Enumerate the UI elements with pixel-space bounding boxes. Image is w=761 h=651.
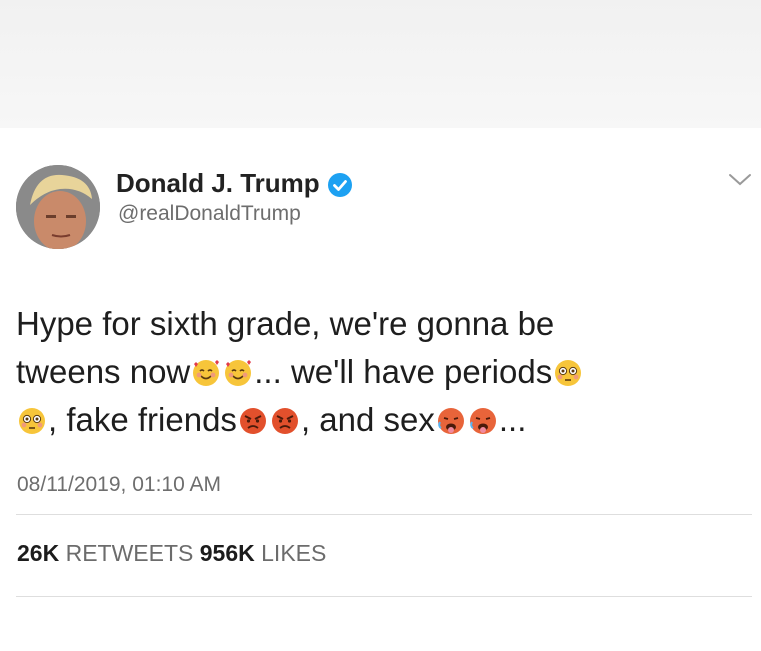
chevron-down-icon[interactable] <box>727 170 753 190</box>
smiling-face-with-hearts-icon <box>225 360 252 386</box>
timestamp[interactable]: 08/11/2019, 01:10 AM <box>17 473 221 497</box>
tweet-line-3: , fake friends , and sex ... <box>16 396 736 444</box>
handle[interactable]: @realDonaldTrump <box>118 202 301 226</box>
tweet-text-segment: tweens now <box>16 353 191 390</box>
avatar[interactable] <box>16 165 100 249</box>
tweet-text-segment: ... we'll have periods <box>254 353 553 390</box>
likes-count: 956K <box>199 540 255 566</box>
retweets-stat[interactable]: 26K RETWEETS <box>17 540 193 566</box>
flushed-face-icon <box>555 360 582 386</box>
hot-face-icon <box>437 408 464 434</box>
tweet-line-2: tweens now ... we'll have periods <box>16 348 736 396</box>
retweets-label: RETWEETS <box>65 540 194 566</box>
tweet-text-segment: ... <box>498 401 527 438</box>
tweet-text: Hype for sixth grade, we're gonna be twe… <box>16 300 736 444</box>
avatar-image <box>16 165 100 249</box>
divider <box>16 514 752 515</box>
angry-face-icon <box>239 408 266 434</box>
flushed-face-icon <box>19 408 45 434</box>
angry-face-icon <box>271 408 298 434</box>
engagement-stats: 26K RETWEETS 956K LIKES <box>17 540 326 567</box>
tweet-line-1: Hype for sixth grade, we're gonna be <box>16 305 555 342</box>
display-name-row: Donald J. Trump <box>116 168 352 199</box>
top-background <box>0 0 761 128</box>
retweets-count: 26K <box>17 540 60 566</box>
tweet-text-segment: , and sex <box>300 401 435 438</box>
likes-stat[interactable]: 956K LIKES <box>200 540 327 566</box>
tweet-text-segment: , fake friends <box>48 401 237 438</box>
likes-label: LIKES <box>261 540 327 566</box>
divider <box>16 596 752 597</box>
hot-face-icon <box>469 408 496 434</box>
verified-badge-icon <box>327 172 352 197</box>
smiling-face-with-hearts-icon <box>193 360 220 386</box>
display-name[interactable]: Donald J. Trump <box>116 168 320 199</box>
